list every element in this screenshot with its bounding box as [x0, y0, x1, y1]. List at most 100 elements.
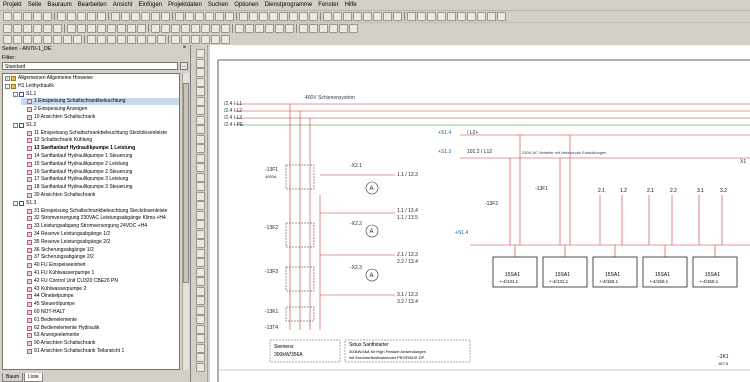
toolbar1-button-28[interactable]	[299, 12, 308, 21]
toolbar2-button-3[interactable]	[33, 24, 42, 33]
toolbar2-button-6[interactable]	[67, 24, 76, 33]
toolbar3-button-21[interactable]	[221, 35, 230, 44]
vertical-tool-button-12[interactable]	[196, 163, 205, 172]
toolbar1-button-2[interactable]	[23, 12, 32, 21]
vertical-tool-button-26[interactable]	[196, 296, 205, 305]
toolbar2-button-1[interactable]	[13, 24, 22, 33]
menu-item-11[interactable]: Hilfe	[342, 0, 360, 10]
toolbar3-button-3[interactable]	[33, 35, 42, 44]
vertical-tool-button-23[interactable]	[196, 267, 205, 277]
toolbar2-button-20[interactable]	[211, 24, 220, 33]
toolbar2-button-13[interactable]	[137, 24, 146, 33]
toolbar2-button-4[interactable]	[43, 24, 52, 33]
tree-item[interactable]: 15 Sanftanlauf Hydraulikpumpe 2 Leistung	[21, 161, 179, 168]
toolbar2-button-32[interactable]	[339, 24, 348, 33]
toolbar1-button-43[interactable]	[457, 12, 466, 21]
expand-toggle-icon[interactable]: +	[5, 76, 10, 81]
filter-more-button[interactable]: …	[180, 62, 188, 70]
tree-item[interactable]: 90 Ansichten Schaltschrank	[21, 340, 179, 347]
tree-item[interactable]: 91 Ansichten Schaltschrank Teilansicht 1	[21, 348, 179, 355]
tree-scrollbar-thumb[interactable]	[183, 83, 189, 283]
toolbar2-button-10[interactable]	[107, 24, 116, 33]
toolbar1-button-16[interactable]	[175, 12, 184, 21]
toolbar1-button-14[interactable]	[151, 12, 160, 21]
vertical-tool-button-32[interactable]	[196, 353, 205, 362]
toolbar3-button-10[interactable]	[107, 35, 116, 44]
toolbar1-button-35[interactable]	[373, 12, 382, 21]
schematic-canvas[interactable]: /2.4 / L1 /2.4 / L2 /2.4 / L3 /2.4 / PE …	[210, 45, 750, 382]
toolbar3-button-2[interactable]	[23, 35, 32, 44]
toolbar2-button-31[interactable]	[329, 24, 338, 33]
vertical-tool-button-18[interactable]	[196, 220, 205, 229]
toolbar1-button-1[interactable]	[13, 12, 22, 21]
tree-item[interactable]: 43 Kühlwasserpumpe 2	[21, 286, 179, 293]
toolbar3-button-12[interactable]	[127, 35, 136, 44]
menu-item-6[interactable]: Projektdaten	[165, 0, 205, 10]
toolbar3-button-13[interactable]	[137, 35, 146, 44]
vertical-tool-button-7[interactable]	[196, 115, 205, 125]
toolbar1-button-13[interactable]	[141, 12, 150, 21]
vertical-tool-button-22[interactable]	[196, 258, 205, 267]
toolbar2-button-29[interactable]	[309, 24, 318, 33]
vertical-tool-button-11[interactable]	[196, 153, 205, 163]
tree-item[interactable]: 32 Stromversorgung 230VAC Leistungsabgän…	[21, 215, 179, 222]
vertical-tool-button-14[interactable]	[196, 182, 205, 191]
toolbar1-button-46[interactable]	[487, 12, 496, 21]
vertical-tool-button-30[interactable]	[196, 334, 205, 343]
toolbar3-button-8[interactable]	[87, 35, 96, 44]
tree-item[interactable]: 30 Ansichten Schaltschrank	[21, 192, 179, 199]
menu-item-7[interactable]: Suchen	[205, 0, 231, 10]
toolbar1-button-23[interactable]	[249, 12, 258, 21]
toolbar1-button-44[interactable]	[467, 12, 476, 21]
tab-baum[interactable]: Baum	[2, 373, 24, 382]
tree-item[interactable]: 44 Ölnebelpumpe	[21, 293, 179, 300]
toolbar2-button-14[interactable]	[151, 24, 160, 33]
tree-item[interactable]: 10 Ansichten Schaltschrank	[21, 114, 179, 121]
toolbar3-button-15[interactable]	[157, 35, 166, 44]
vertical-tool-button-15[interactable]	[196, 191, 205, 201]
toolbar2-button-27[interactable]	[285, 24, 294, 33]
toolbar1-button-7[interactable]	[77, 12, 86, 21]
tree-item[interactable]: 13 Sanftanlauf Hydraulikpumpe 1 Leistung	[21, 145, 179, 152]
toolbar1-button-34[interactable]	[363, 12, 372, 21]
toolbar2-button-17[interactable]	[181, 24, 190, 33]
toolbar2-button-15[interactable]	[161, 24, 170, 33]
toolbar2-button-9[interactable]	[97, 24, 106, 33]
expand-toggle-icon[interactable]: -	[13, 200, 18, 206]
expand-toggle-icon[interactable]: -	[5, 83, 10, 89]
vertical-tool-button-31[interactable]	[196, 343, 205, 353]
toolbar1-button-22[interactable]	[239, 12, 248, 21]
toolbar2-button-26[interactable]	[275, 24, 284, 33]
vertical-tool-button-13[interactable]	[196, 172, 205, 182]
toolbar1-button-32[interactable]	[343, 12, 352, 21]
toolbar1-button-19[interactable]	[205, 12, 214, 21]
vertical-tool-button-29[interactable]	[196, 324, 205, 334]
toolbar3-button-0[interactable]	[3, 35, 12, 44]
menu-item-2[interactable]: Bauraum	[44, 0, 74, 10]
vertical-tool-button-2[interactable]	[196, 68, 205, 77]
toolbar1-button-37[interactable]	[393, 12, 402, 21]
tree-item[interactable]: 36 Sicherungsabgänge 1/2	[21, 247, 179, 254]
toolbar1-button-12[interactable]	[131, 12, 140, 21]
vertical-tool-button-3[interactable]	[196, 77, 205, 87]
toolbar2-button-8[interactable]	[87, 24, 96, 33]
tab-liste[interactable]: Liste	[24, 373, 43, 382]
tree-item[interactable]: 33 Leistungsabgang Stromversorgung 24VDC…	[21, 223, 179, 230]
toolbar3-button-7[interactable]	[73, 35, 82, 44]
toolbar2-button-19[interactable]	[201, 24, 210, 33]
toolbar3-button-16[interactable]	[171, 35, 180, 44]
vertical-tool-button-16[interactable]	[196, 201, 205, 210]
vertical-tool-button-8[interactable]	[196, 125, 205, 134]
toolbar1-button-47[interactable]	[497, 12, 506, 21]
toolbar3-button-14[interactable]	[147, 35, 156, 44]
tree-item[interactable]: 18 Sanftanlauf Hydraulikpumpe 3 Steuerun…	[21, 184, 179, 191]
panel-close-button[interactable]: ×	[181, 45, 188, 52]
toolbar1-button-30[interactable]	[323, 12, 332, 21]
menu-item-4[interactable]: Ansicht	[110, 0, 136, 10]
tree-item[interactable]: 60 NOT-HALT	[21, 309, 179, 316]
tree-item[interactable]: 16 Sanftanlauf Hydraulikpumpe 2 Steuerun…	[21, 169, 179, 176]
vertical-tool-button-9[interactable]	[196, 134, 205, 144]
tree-item[interactable]: - S1.1	[13, 91, 179, 98]
tree-item[interactable]: 35 Reserve Leistungsabgänge 2/2	[21, 239, 179, 246]
toolbar3-button-9[interactable]	[97, 35, 106, 44]
